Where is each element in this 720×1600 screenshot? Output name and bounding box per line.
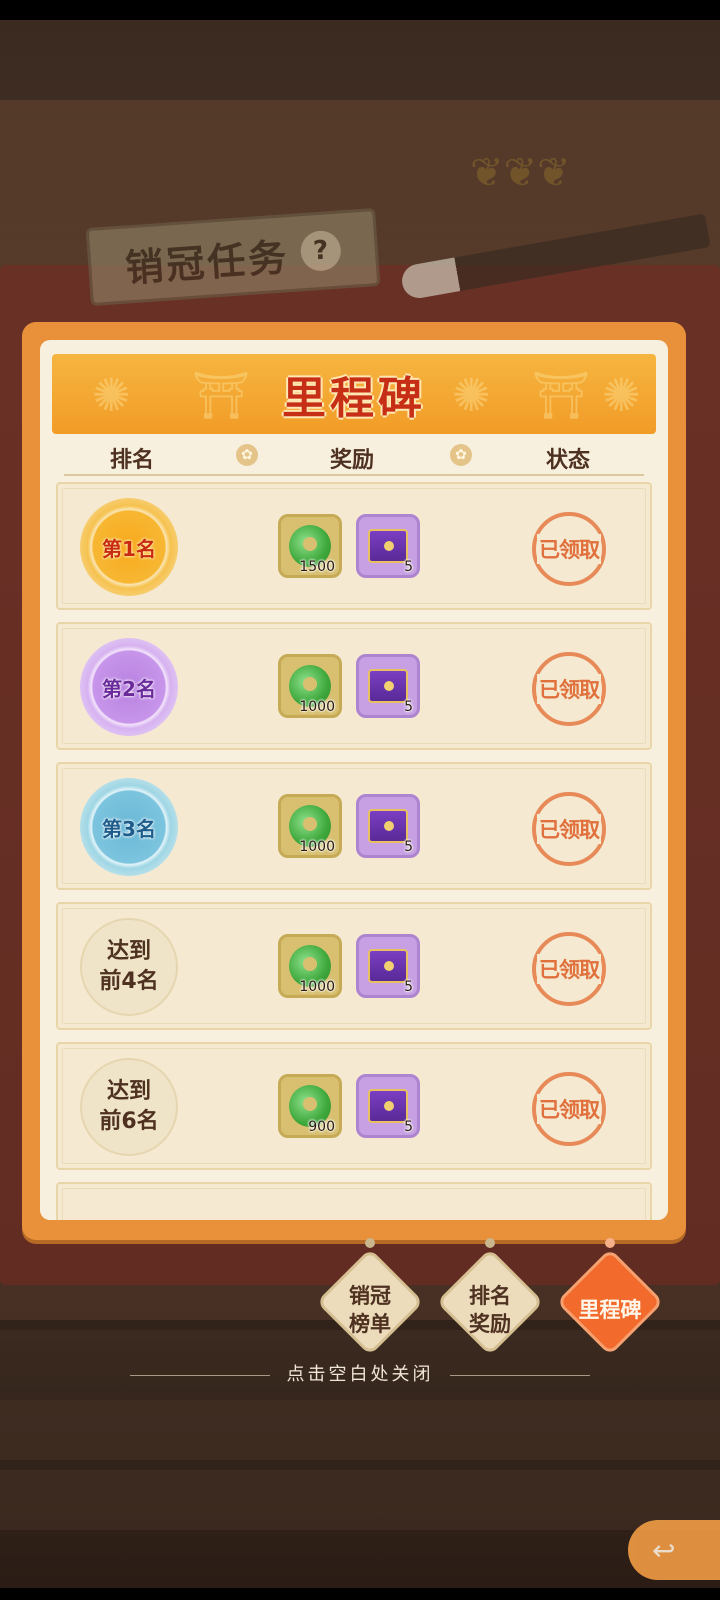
table-row: 第3名 1000 5 已领取	[56, 762, 652, 890]
table-row: 第1名 1500 5 已领取	[56, 482, 652, 610]
rank-line1: 达到	[106, 1079, 151, 1104]
tab-line1: 排名	[469, 1284, 511, 1308]
back-button[interactable]: ↩	[628, 1520, 720, 1580]
status-label: 已领取	[537, 814, 601, 844]
tab-sales-ranking-label[interactable]: 销冠 榜单	[315, 1270, 425, 1350]
header-reward: 奖励	[330, 448, 375, 473]
rank-label: 第2名	[102, 676, 156, 701]
nav-bar	[0, 1588, 720, 1600]
claimed-stamp: 已领取	[532, 512, 606, 586]
tab-milestone-label[interactable]: 里程碑	[555, 1270, 665, 1350]
rank-line2: 前6名	[99, 1109, 159, 1134]
jade-coin-icon[interactable]: 900	[278, 1074, 342, 1138]
claimed-stamp: 已领取	[532, 932, 606, 1006]
chest-lock	[384, 821, 394, 831]
reward-count: 5	[404, 839, 413, 855]
jade-hole	[303, 957, 317, 971]
leaf-decoration-icon: ❦❦❦	[470, 150, 571, 196]
reward-count: 900	[308, 1119, 335, 1135]
reward-count: 5	[404, 1119, 413, 1135]
claimed-stamp: 已领取	[532, 1072, 606, 1146]
rank-line2: 前4名	[99, 969, 159, 994]
purple-chest-icon[interactable]: 5	[356, 654, 420, 718]
help-icon[interactable]: ?	[299, 229, 343, 273]
purple-chest-icon[interactable]: 5	[356, 794, 420, 858]
rank-label: 第1名	[102, 536, 156, 561]
rank-label: 第3名	[102, 816, 156, 841]
status-bar	[0, 0, 720, 20]
tab-line2: 榜单	[349, 1312, 391, 1336]
header-divider	[64, 474, 644, 476]
tab-pin	[485, 1238, 495, 1248]
rank-2-medal: 第2名	[80, 638, 178, 736]
panel-title: 里程碑	[282, 373, 426, 424]
reward-count: 1000	[299, 979, 335, 995]
table-header: 排名 ✿ 奖励 ✿ 状态	[40, 434, 668, 478]
reward-count: 1000	[299, 839, 335, 855]
table-row: 达到 前6名 900 5 已领取	[56, 1042, 652, 1170]
status-label: 已领取	[537, 534, 601, 564]
status-label: 已领取	[537, 954, 601, 984]
status-label: 已领取	[537, 1094, 601, 1124]
claimed-stamp: 已领取	[532, 792, 606, 866]
table-row: 第2名 1000 5 已领取	[56, 622, 652, 750]
background-plank	[0, 1470, 720, 1530]
tab-line2: 奖励	[469, 1312, 511, 1336]
status-label: 已领取	[537, 674, 601, 704]
chest-lock	[384, 1101, 394, 1111]
back-arrow-icon: ↩	[652, 1533, 676, 1567]
purple-chest-icon[interactable]: 5	[356, 1074, 420, 1138]
rank-3-medal: 第3名	[80, 778, 178, 876]
rank-line1: 达到	[106, 939, 151, 964]
jade-coin-icon[interactable]: 1000	[278, 934, 342, 998]
chest-lock	[384, 961, 394, 971]
jade-coin-icon[interactable]: 1000	[278, 794, 342, 858]
header-status: 状态	[546, 448, 591, 473]
rank-1-medal: 第1名	[80, 498, 178, 596]
background-plank	[0, 1400, 720, 1460]
tab-pin	[365, 1238, 375, 1248]
jade-hole	[303, 537, 317, 551]
tab-line1: 里程碑	[578, 1298, 642, 1322]
reward-count: 5	[404, 979, 413, 995]
hint-divider	[450, 1375, 590, 1376]
panel-inner: ✺ ⛩ ✺ ⛩ ✺ 里程碑 排名 ✿ 奖励 ✿ 状态 第1名 1500 5 已领…	[40, 340, 668, 1220]
flower-icon: ✿	[236, 444, 258, 466]
jade-hole	[303, 677, 317, 691]
rank-top4-badge: 达到 前4名	[80, 918, 178, 1016]
purple-chest-icon[interactable]: 5	[356, 934, 420, 998]
task-title-text: 销冠任务	[123, 234, 291, 290]
tab-line1: 销冠	[349, 1284, 391, 1308]
purple-chest-icon[interactable]: 5	[356, 514, 420, 578]
reward-count: 1500	[299, 559, 335, 575]
jade-hole	[303, 1097, 317, 1111]
reward-count: 5	[404, 559, 413, 575]
rank-top6-badge: 达到 前6名	[80, 1058, 178, 1156]
jade-hole	[303, 817, 317, 831]
reward-count: 1000	[299, 699, 335, 715]
panel-banner: ✺ ⛩ ✺ ⛩ ✺ 里程碑	[52, 354, 656, 434]
reward-count: 5	[404, 699, 413, 715]
close-hint[interactable]: 点击空白处关闭	[0, 1360, 720, 1386]
jade-coin-icon[interactable]: 1000	[278, 654, 342, 718]
table-row	[56, 1182, 652, 1220]
tab-pin	[605, 1238, 615, 1248]
jade-coin-icon[interactable]: 1500	[278, 514, 342, 578]
chest-lock	[384, 541, 394, 551]
milestone-panel: ✺ ⛩ ✺ ⛩ ✺ 里程碑 排名 ✿ 奖励 ✿ 状态 第1名 1500 5 已领…	[22, 322, 686, 1240]
tab-rank-rewards-label[interactable]: 排名 奖励	[435, 1270, 545, 1350]
chest-lock	[384, 681, 394, 691]
claimed-stamp: 已领取	[532, 652, 606, 726]
table-row: 达到 前4名 1000 5 已领取	[56, 902, 652, 1030]
header-rank: 排名	[110, 448, 155, 473]
flower-icon: ✿	[450, 444, 472, 466]
